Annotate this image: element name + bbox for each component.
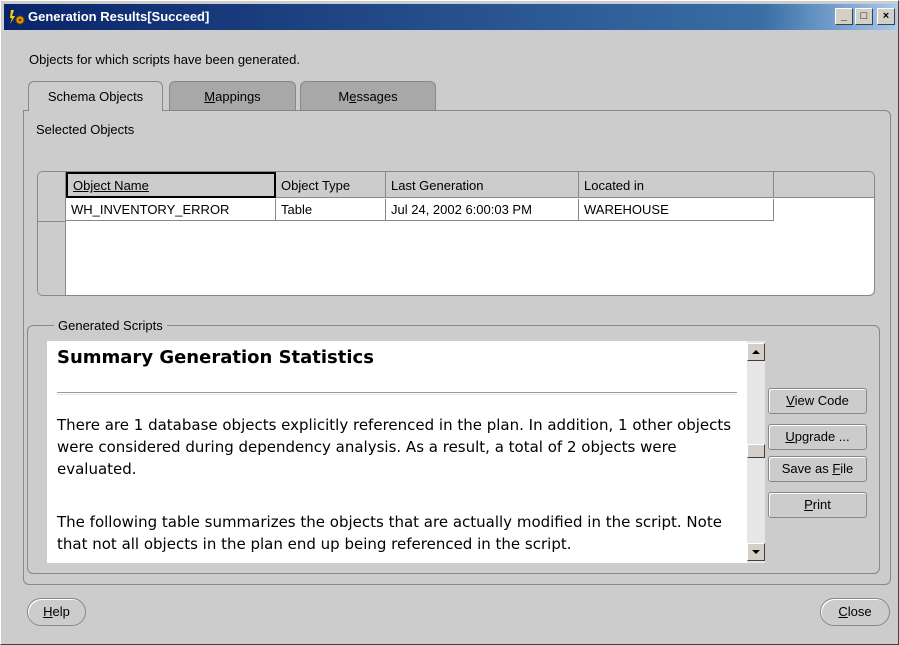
tab-label: Schema Objects xyxy=(47,89,144,104)
column-header-object-type[interactable]: Object Type xyxy=(276,172,386,198)
tab-label: appings xyxy=(215,89,261,104)
generation-results-window: Generation Results[Succeed] _ □ × Object… xyxy=(0,0,899,645)
arrow-up-icon xyxy=(752,350,760,354)
table-cell[interactable]: Jul 24, 2002 6:00:03 PM xyxy=(386,199,579,221)
column-header-last-generation[interactable]: Last Generation xyxy=(386,172,579,198)
mnemonic: P xyxy=(804,497,813,512)
app-icon xyxy=(10,10,25,25)
close-button[interactable]: Close xyxy=(820,598,890,626)
scroll-thumb[interactable] xyxy=(747,444,765,458)
view-code-button[interactable]: View Code xyxy=(768,388,867,414)
tab-label: ssages xyxy=(356,89,398,104)
minimize-button[interactable]: _ xyxy=(835,8,853,25)
generated-scripts-label: Generated Scripts xyxy=(54,318,167,333)
save-as-file-button[interactable]: Save as File xyxy=(768,456,867,482)
row-header-column[interactable] xyxy=(38,172,66,295)
tab-messages[interactable]: Messages xyxy=(300,81,436,111)
button-label: Save as xyxy=(781,461,833,476)
print-button[interactable]: Print xyxy=(768,492,867,518)
scripts-paragraph-1: There are 1 database objects explicitly … xyxy=(57,416,732,478)
button-label: elp xyxy=(52,604,70,619)
divider xyxy=(38,221,66,222)
table-cell[interactable]: WAREHOUSE xyxy=(579,199,774,221)
column-header-located-in[interactable]: Located in xyxy=(579,172,774,198)
divider xyxy=(57,392,737,395)
button-label: iew Code xyxy=(794,393,849,408)
close-window-button[interactable]: × xyxy=(877,8,895,25)
button-label: pgrade ... xyxy=(794,429,850,444)
mnemonic: H xyxy=(43,604,53,619)
selected-objects-label: Selected Objects xyxy=(36,122,135,137)
tab-mappings[interactable]: Mappings xyxy=(169,81,296,111)
button-label: rint xyxy=(812,497,831,512)
tab-label: M xyxy=(338,89,350,104)
title-bar[interactable]: Generation Results[Succeed] _ □ × xyxy=(4,4,897,30)
description-text: Objects for which scripts have been gene… xyxy=(29,52,300,67)
table-cell[interactable]: Table xyxy=(276,199,386,221)
help-button[interactable]: Help xyxy=(27,598,86,626)
tab-schema-objects[interactable]: Schema Objects xyxy=(28,81,163,111)
scripts-scrollbar[interactable] xyxy=(747,341,765,563)
mnemonic: V xyxy=(786,393,795,408)
mnemonic: U xyxy=(785,429,795,444)
maximize-icon: □ xyxy=(860,10,868,22)
generated-scripts-viewer[interactable]: Summary Generation Statistics There are … xyxy=(47,341,747,563)
maximize-button[interactable]: □ xyxy=(855,8,873,25)
window-title: Generation Results[Succeed] xyxy=(28,9,210,24)
arrow-down-icon xyxy=(752,550,760,554)
scroll-down-button[interactable] xyxy=(747,543,765,561)
button-label: lose xyxy=(847,604,872,619)
column-header-object-name[interactable]: Object Name xyxy=(66,172,276,198)
scroll-up-button[interactable] xyxy=(747,343,765,361)
table-cell[interactable]: WH_INVENTORY_ERROR xyxy=(66,199,276,221)
upgrade-button[interactable]: Upgrade ... xyxy=(768,424,867,450)
mnemonic: C xyxy=(838,604,848,619)
scripts-heading: Summary Generation Statistics xyxy=(57,347,374,368)
close-icon: × xyxy=(882,10,890,22)
selected-objects-table: Object Name Object Type Last Generation … xyxy=(37,171,875,296)
tab-mnemonic: M xyxy=(204,89,216,104)
button-label: ile xyxy=(840,461,854,476)
minimize-icon: _ xyxy=(840,10,848,22)
scripts-paragraph-2: The following table summarizes the objec… xyxy=(57,513,722,553)
